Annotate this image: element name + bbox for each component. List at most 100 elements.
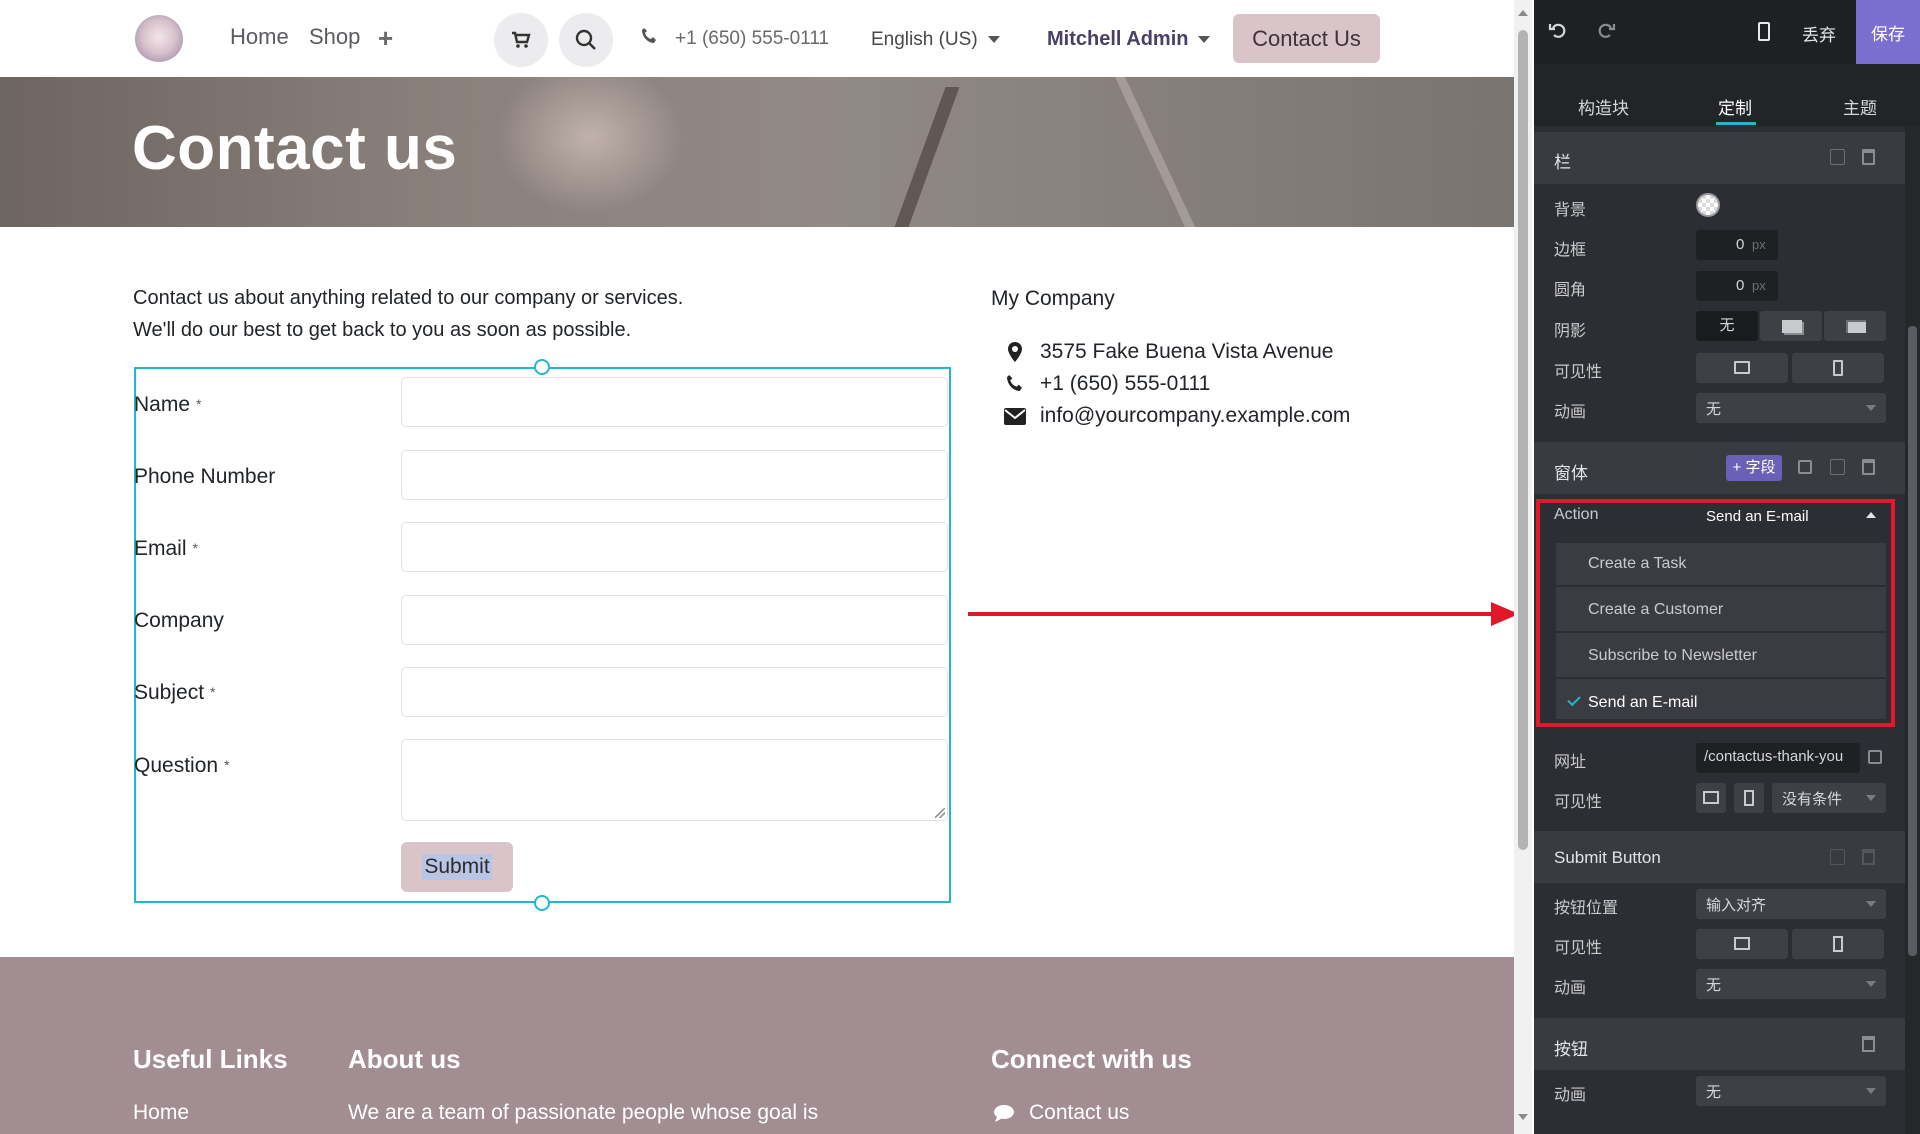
footer-contact-link[interactable]: Contact us [1029, 1101, 1129, 1125]
question-textarea[interactable] [401, 739, 948, 821]
chevron-down-icon [987, 36, 1000, 44]
resize-handle-bottom[interactable] [534, 895, 550, 911]
nav-home[interactable]: Home [230, 24, 289, 50]
add-field-button[interactable]: + 字段 [1726, 455, 1782, 481]
shadow-none-option[interactable]: 无 [1696, 311, 1758, 341]
url-input[interactable]: /contactus-thank-you [1696, 743, 1860, 773]
save-block-icon[interactable] [1798, 460, 1812, 474]
submit-label: Submit [422, 854, 492, 880]
envelope-icon [1004, 408, 1026, 425]
desktop-hidden-icon [1734, 937, 1750, 950]
form-section-title: 窗体 [1554, 464, 1588, 483]
footer-about-text: We are a team of passionate people whose… [348, 1101, 819, 1124]
form-section-header: 窗体 + 字段 [1534, 442, 1905, 494]
submit-visibility-desktop[interactable] [1696, 929, 1788, 959]
nav-shop[interactable]: Shop [309, 24, 360, 50]
company-input[interactable] [401, 595, 948, 645]
mobile-preview-icon[interactable] [1758, 22, 1770, 41]
button-position-select[interactable]: 输入对齐 [1696, 889, 1886, 919]
nav-phone[interactable]: +1 (650) 555-0111 [675, 28, 829, 50]
visibility-desktop-toggle[interactable] [1696, 353, 1788, 383]
scroll-down-arrow[interactable] [1518, 1114, 1528, 1120]
url-label: 网址 [1554, 754, 1587, 771]
duplicate-icon[interactable] [1830, 149, 1845, 165]
editor-tabs: 构造块 定制 主题 [1534, 64, 1920, 126]
trash-icon[interactable] [1862, 849, 1875, 865]
add-menu-icon[interactable]: + [378, 25, 393, 51]
shadow-label: 阴影 [1554, 323, 1587, 340]
contact-us-button[interactable]: Contact Us [1233, 14, 1380, 63]
footer-heading-about: About us [348, 1044, 461, 1074]
scroll-up-arrow[interactable] [1518, 10, 1528, 16]
undo-icon[interactable] [1548, 20, 1568, 40]
site-logo[interactable] [135, 15, 183, 63]
form-visibility-mobile[interactable] [1734, 783, 1764, 813]
tab-customize[interactable]: 定制 [1718, 94, 1752, 119]
page-title: Contact us [132, 114, 458, 183]
submit-button-section-header: Submit Button [1534, 831, 1905, 883]
discard-button[interactable]: 丢弃 [1802, 21, 1836, 46]
visibility-condition-select[interactable]: 没有条件 [1772, 783, 1886, 813]
phone-input[interactable] [401, 450, 948, 500]
column-animation-select[interactable]: 无 [1696, 393, 1886, 423]
desktop-hidden-icon [1734, 361, 1750, 374]
textarea-resize-grip[interactable] [935, 808, 945, 818]
visibility-mobile-toggle[interactable] [1792, 353, 1884, 383]
trash-icon[interactable] [1862, 459, 1875, 475]
annotation-highlight-box [1536, 499, 1895, 727]
page-scrollbar[interactable] [1514, 0, 1532, 1134]
cart-button[interactable] [494, 13, 548, 67]
scrollbar-thumb[interactable] [1518, 30, 1528, 850]
search-button[interactable] [559, 13, 613, 67]
form-visibility-desktop[interactable] [1696, 783, 1726, 813]
submit-button[interactable]: Submit [401, 842, 513, 892]
tab-theme[interactable]: 主题 [1843, 94, 1877, 119]
trash-icon[interactable] [1862, 1036, 1875, 1052]
column-animation-label: 动画 [1554, 404, 1587, 421]
language-label: English (US) [871, 29, 978, 50]
border-label: 边框 [1554, 242, 1587, 259]
duplicate-icon[interactable] [1830, 459, 1845, 475]
submit-animation-select[interactable]: 无 [1696, 969, 1886, 999]
trash-icon[interactable] [1862, 149, 1875, 165]
chevron-down-icon [1866, 1088, 1876, 1094]
user-menu[interactable]: Mitchell Admin [1047, 28, 1211, 51]
border-width-input[interactable]: 0 px [1696, 230, 1778, 260]
redo-icon[interactable] [1596, 20, 1616, 40]
site-footer: Useful Links About us Connect with us Ho… [0, 957, 1514, 1134]
company-email[interactable]: info@yourcompany.example.com [1040, 404, 1350, 428]
footer-link-home[interactable]: Home [133, 1101, 189, 1125]
save-label: 保存 [1871, 24, 1905, 44]
mobile-hidden-icon [1833, 360, 1843, 376]
external-link-icon[interactable] [1868, 750, 1882, 764]
cart-icon [512, 31, 531, 48]
button-position-label: 按钮位置 [1554, 900, 1619, 917]
save-button[interactable]: 保存 [1856, 0, 1920, 64]
intro-line-2: We'll do our best to get back to you as … [133, 319, 632, 341]
button-animation-select[interactable]: 无 [1696, 1076, 1886, 1106]
desktop-hidden-icon [1703, 791, 1719, 804]
language-dropdown[interactable]: English (US) [871, 29, 1000, 51]
active-tab-underline [1716, 122, 1756, 125]
email-input[interactable] [401, 522, 948, 572]
editor-scrollbar-thumb[interactable] [1908, 326, 1917, 956]
name-input[interactable] [401, 377, 948, 427]
chevron-down-icon [1866, 405, 1876, 411]
hero-decor [480, 77, 700, 227]
subject-input[interactable] [401, 667, 948, 717]
button-animation-label: 动画 [1554, 1087, 1587, 1104]
submit-visibility-mobile[interactable] [1792, 929, 1884, 959]
resize-handle-top[interactable] [534, 359, 550, 375]
tab-blocks[interactable]: 构造块 [1578, 94, 1629, 119]
hero-decor-stripe [894, 87, 960, 227]
phone-icon [1006, 374, 1024, 392]
shadow-inset-option[interactable] [1824, 311, 1886, 341]
field-label-question: Question * [134, 754, 230, 777]
border-radius-input[interactable]: 0 px [1696, 271, 1778, 301]
background-color-swatch[interactable] [1696, 193, 1720, 217]
intro-line-1: Contact us about anything related to our… [133, 287, 684, 309]
field-label-email: Email * [134, 537, 198, 560]
duplicate-icon[interactable] [1830, 849, 1845, 865]
button-section-header: 按钮 [1534, 1018, 1905, 1070]
shadow-outset-option[interactable] [1760, 311, 1822, 341]
